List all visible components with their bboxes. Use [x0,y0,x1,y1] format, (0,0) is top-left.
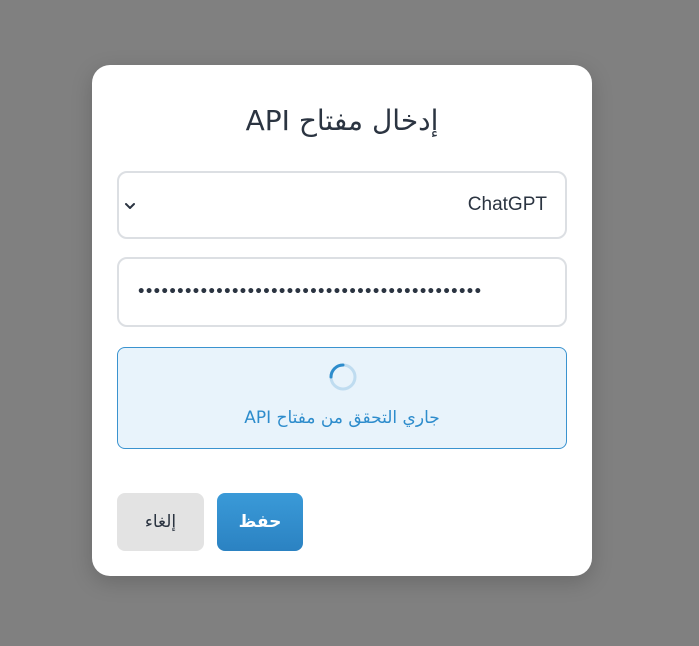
provider-select[interactable]: ChatGPT [117,171,567,239]
api-key-dialog: إدخال مفتاح API ChatGPT ••••••••••••••••… [92,65,592,576]
chevron-down-icon [123,198,137,212]
provider-select-value: ChatGPT [467,194,547,215]
spinner-icon [328,362,358,392]
api-key-masked-value: ••••••••••••••••••••••••••••••••••••••••… [137,284,482,300]
cancel-button[interactable]: إلغاء [117,493,204,551]
verification-status-text: جاري التحقق من مفتاح API [244,408,440,428]
verification-status-box: جاري التحقق من مفتاح API [117,347,567,449]
api-key-input[interactable]: ••••••••••••••••••••••••••••••••••••••••… [117,257,567,327]
dialog-title: إدخال مفتاح API [245,104,439,137]
save-button[interactable]: حفظ [217,493,303,551]
